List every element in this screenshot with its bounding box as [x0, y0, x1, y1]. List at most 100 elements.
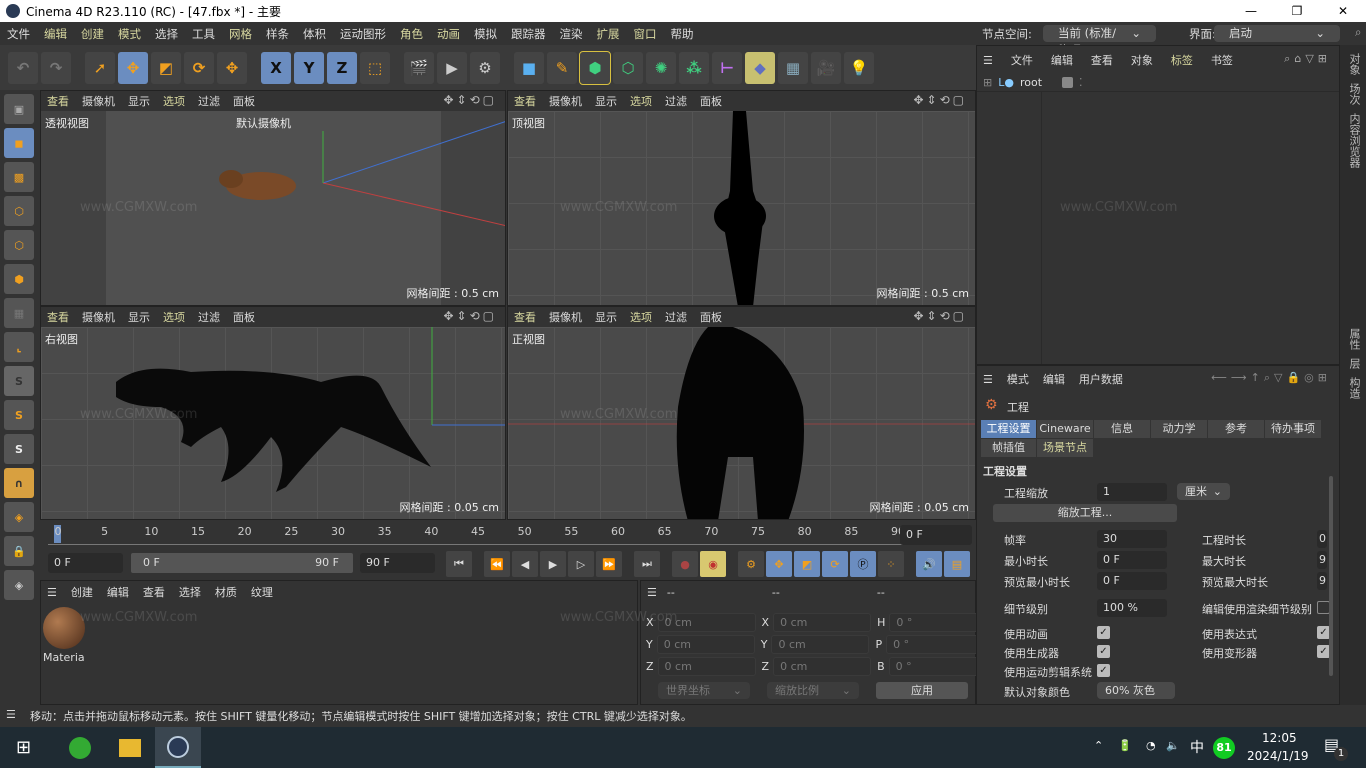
rot-b-field[interactable]: 0 ° — [888, 657, 987, 676]
edges-mode-icon[interactable]: ⬡ — [4, 230, 34, 260]
menu-window[interactable]: 窗口 — [634, 26, 657, 42]
side-tab-content-browser[interactable]: 内容浏览器 — [1346, 113, 1362, 168]
render-picture-viewer-icon[interactable]: ▶ — [437, 51, 467, 84]
snap-settings-icon[interactable]: S — [4, 434, 34, 464]
mat-menu-create[interactable]: 创建 — [71, 584, 93, 600]
size-x-field[interactable]: 0 cm — [773, 613, 872, 632]
vp-menu-camera[interactable]: 摄像机 — [82, 93, 115, 109]
workplane-snap-icon[interactable]: S — [4, 400, 34, 430]
menu-animate[interactable]: 动画 — [437, 26, 460, 42]
apply-button[interactable]: 应用 — [876, 682, 968, 699]
goto-start-icon[interactable]: ⏮ — [446, 551, 472, 577]
key-parameter-icon[interactable]: Ⓟ — [850, 551, 876, 577]
material-item[interactable]: Materia — [43, 607, 87, 667]
obj-menu-file[interactable]: 文件 — [1011, 52, 1033, 68]
lod-field[interactable]: 100 % — [1097, 599, 1167, 617]
play-icon[interactable]: ▶ — [540, 551, 566, 577]
obj-toolbar-icons[interactable]: ⌕⌂▽⊞ — [1284, 52, 1331, 66]
viewport-right[interactable]: 查看 摄像机 显示 选项 过滤 面板 ✥⇕⟲▢ 右视图 网格间距 : 0.05 … — [40, 306, 506, 520]
subdivision-icon[interactable]: ⬢ — [579, 50, 611, 85]
vp-menu-display[interactable]: 显示 — [128, 309, 150, 325]
vp-menu-filter[interactable]: 过滤 — [198, 309, 220, 325]
lock-workplane-icon[interactable]: 🔒 — [4, 536, 34, 566]
volume-icon[interactable]: 🔈 — [1166, 739, 1180, 752]
field-icon[interactable]: ◆ — [745, 51, 775, 84]
points-mode-icon[interactable]: ⬡ — [4, 196, 34, 226]
scale-tool-icon[interactable]: ◩ — [151, 51, 181, 84]
menu-select[interactable]: 选择 — [155, 26, 178, 42]
obj-menu-tags[interactable]: 标签 — [1171, 52, 1193, 68]
next-frame-icon[interactable]: ▷ — [568, 551, 594, 577]
close-button[interactable]: ✕ — [1320, 0, 1366, 22]
goto-end-icon[interactable]: ⏭ — [634, 551, 660, 577]
make-editable-icon[interactable]: ▣ — [4, 94, 34, 124]
menu-tools[interactable]: 工具 — [192, 26, 215, 42]
hamburger-icon[interactable]: ☰ — [647, 586, 657, 599]
use-motion-system-checkbox[interactable]: ✓ — [1097, 664, 1110, 677]
pos-x-field[interactable]: 0 cm — [657, 613, 756, 632]
menu-mesh[interactable]: 网格 — [229, 26, 252, 42]
browser-icon[interactable] — [69, 736, 92, 759]
render-settings-icon[interactable]: ⚙ — [470, 51, 500, 84]
cloner-icon[interactable]: ✺ — [646, 51, 676, 84]
attr-menu-userdata[interactable]: 用户数据 — [1079, 371, 1123, 387]
mat-menu-texture[interactable]: 纹理 — [251, 584, 273, 600]
key-rotation-icon[interactable]: ⟳ — [822, 551, 848, 577]
pos-z-field[interactable]: 0 cm — [657, 657, 756, 676]
camera-icon[interactable]: 🎥 — [811, 51, 841, 84]
default-color-select[interactable]: 60% 灰色 — [1097, 682, 1175, 699]
end-frame-field[interactable]: 90 F — [360, 553, 435, 573]
texture-mode-icon[interactable]: ▩ — [4, 162, 34, 192]
keyframe-selection-icon[interactable]: ⚙ — [738, 551, 764, 577]
search-icon[interactable]: ⌕ — [1355, 25, 1361, 40]
prev-key-icon[interactable]: ⏪ — [484, 551, 510, 577]
vp-menu-panel[interactable]: 面板 — [233, 93, 255, 109]
side-tab-structure[interactable]: 构造 — [1346, 377, 1362, 399]
tab-info[interactable]: 信息 — [1094, 420, 1151, 438]
menu-volume[interactable]: 体积 — [303, 26, 326, 42]
menu-render[interactable]: 渲染 — [560, 26, 583, 42]
pen-icon[interactable]: ✎ — [547, 51, 577, 84]
viewport-top[interactable]: 查看 摄像机 显示 选项 过滤 面板 ✥⇕⟲▢ 顶视图 网格间距 : 0.5 c… — [507, 90, 976, 306]
side-tab-objects[interactable]: 对象 — [1346, 53, 1362, 75]
vp-menu-options[interactable]: 选项 — [163, 309, 185, 325]
move-tool-icon[interactable]: ✥ — [118, 51, 148, 84]
vp-menu-filter[interactable]: 过滤 — [665, 93, 687, 109]
viewport-nav-icons[interactable]: ✥⇕⟲▢ — [913, 309, 967, 323]
rot-h-field[interactable]: 0 ° — [889, 613, 988, 632]
cinema4d-taskbar-icon[interactable] — [155, 727, 202, 768]
vp-menu-view[interactable]: 查看 — [514, 309, 536, 325]
mat-menu-select[interactable]: 选择 — [179, 584, 201, 600]
vp-menu-display[interactable]: 显示 — [595, 309, 617, 325]
min-time-field[interactable]: 0 F — [1097, 551, 1167, 569]
key-pla-icon[interactable]: ⁘ — [878, 551, 904, 577]
expand-icon[interactable]: ⊞ — [983, 76, 992, 89]
size-z-field[interactable]: 0 cm — [773, 657, 872, 676]
nodespace-select[interactable]: 当前 (标准/物理) ⌄ — [1043, 25, 1156, 57]
side-tab-attributes[interactable]: 属性 — [1346, 328, 1362, 350]
file-explorer-icon[interactable] — [119, 738, 142, 757]
vp-menu-options[interactable]: 选项 — [163, 93, 185, 109]
attr-scrollbar[interactable] — [1329, 476, 1333, 676]
viewport-perspective[interactable]: 查看 摄像机 显示 选项 过滤 面板 ✥⇕⟲▢ 透视视图 默认摄像机 网格间距 … — [40, 90, 506, 306]
timeline-ruler[interactable]: 0 5 10 15 20 25 30 35 40 45 50 55 60 65 70 75 80 85 90 — [48, 523, 908, 545]
scale-mode-select[interactable]: 缩放比例 ⌄ — [767, 682, 859, 699]
render-view-icon[interactable]: 🎬 — [404, 51, 434, 84]
undo-icon[interactable]: ↶ — [8, 51, 38, 84]
extrude-icon[interactable]: ⬡ — [613, 51, 643, 84]
vp-menu-panel[interactable]: 面板 — [700, 309, 722, 325]
size-y-field[interactable]: 0 cm — [771, 635, 870, 654]
viewport-nav-icons[interactable]: ✥⇕⟲▢ — [443, 93, 497, 107]
recent-tool-icon[interactable]: ✥ — [217, 51, 247, 84]
mat-menu-edit[interactable]: 编辑 — [107, 584, 129, 600]
use-animation-checkbox[interactable]: ✓ — [1097, 626, 1110, 639]
vp-menu-camera[interactable]: 摄像机 — [549, 309, 582, 325]
snap-icon[interactable]: S — [4, 366, 34, 396]
maximize-button[interactable]: ❐ — [1274, 0, 1320, 22]
tab-scene-nodes[interactable]: 场景节点 — [1037, 439, 1094, 457]
deformer-icon[interactable]: ⊢ — [712, 51, 742, 84]
tab-todo[interactable]: 待办事项 — [1265, 420, 1322, 438]
menu-edit[interactable]: 编辑 — [44, 26, 67, 42]
project-time-field[interactable]: 0 — [1317, 530, 1327, 548]
hamburger-icon[interactable]: ☰ — [47, 586, 57, 599]
